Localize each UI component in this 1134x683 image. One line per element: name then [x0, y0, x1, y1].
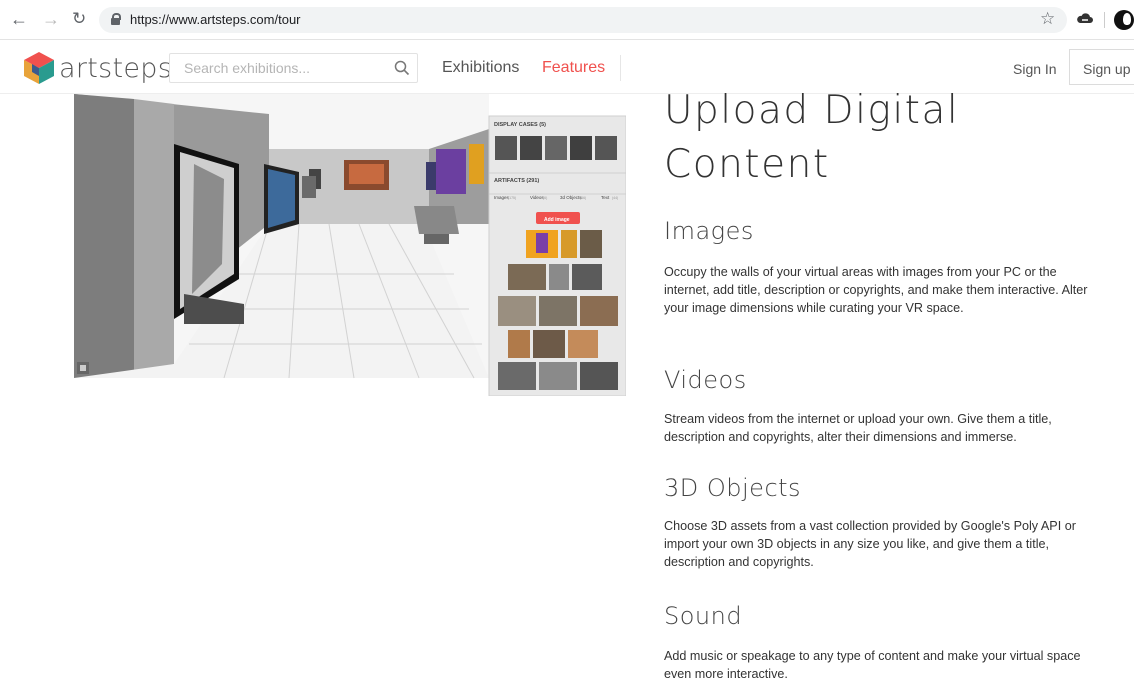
artifacts-label: ARTIFACTS (291) [494, 178, 539, 184]
tab-text-count: (44) [612, 196, 618, 200]
nav-exhibitions-link[interactable]: Exhibitions [442, 59, 519, 77]
search-box [169, 53, 418, 83]
tab-3d-objects-count: (66) [580, 196, 586, 200]
cloud-extension-icon[interactable] [1077, 11, 1093, 25]
back-icon[interactable]: ← [10, 9, 28, 29]
reload-icon[interactable]: ↻ [72, 9, 86, 29]
forward-icon[interactable]: → [42, 9, 60, 29]
add-image-button[interactable]: Add image [544, 217, 570, 223]
images-heading: Images [664, 217, 754, 245]
videos-description: Stream videos from the internet or uploa… [664, 412, 1052, 444]
tab-3d-objects[interactable]: 3d Objects [560, 195, 582, 200]
page-title: Upload Digital Content [664, 84, 1104, 192]
sign-in-link[interactable]: Sign In [1013, 61, 1057, 77]
page-title-line1: Upload Digital [664, 88, 960, 133]
sound-heading: Sound [664, 602, 743, 630]
browser-toolbar: ← → ↻ https://www.artsteps.com/tour ☆ [0, 0, 1134, 40]
nav-divider [620, 55, 621, 81]
gallery-tour-image: DISPLAY CASES (5) ARTIFACTS (291) Images… [74, 94, 626, 396]
artsteps-logo-icon[interactable] [23, 51, 55, 85]
3d-objects-heading: 3D Objects [664, 474, 802, 502]
search-input[interactable] [170, 54, 394, 82]
logo-text[interactable]: artsteps [59, 53, 172, 84]
images-description: Occupy the walls of your virtual areas w… [664, 265, 1088, 315]
toolbar-divider [1104, 12, 1105, 28]
sound-description: Add music or speakage to any type of con… [664, 649, 1081, 681]
address-bar[interactable]: https://www.artsteps.com/tour [99, 7, 1067, 33]
url-text[interactable]: https://www.artsteps.com/tour [130, 12, 301, 27]
lock-icon [111, 13, 121, 25]
3d-objects-description: Choose 3D assets from a vast collection … [664, 519, 1076, 569]
page-title-line2: Content [664, 142, 830, 187]
tab-images-count: (175) [508, 196, 516, 200]
search-icon[interactable] [394, 60, 410, 76]
bookmark-star-icon[interactable]: ☆ [1040, 9, 1055, 29]
videos-heading: Videos [664, 366, 747, 394]
sign-up-button[interactable]: Sign up [1069, 49, 1134, 85]
profile-avatar[interactable] [1114, 10, 1134, 30]
tab-text[interactable]: Text [601, 195, 610, 200]
nav-features-link[interactable]: Features [542, 59, 605, 77]
tab-videos-count: (6) [543, 196, 547, 200]
display-cases-label: DISPLAY CASES (5) [494, 122, 546, 128]
